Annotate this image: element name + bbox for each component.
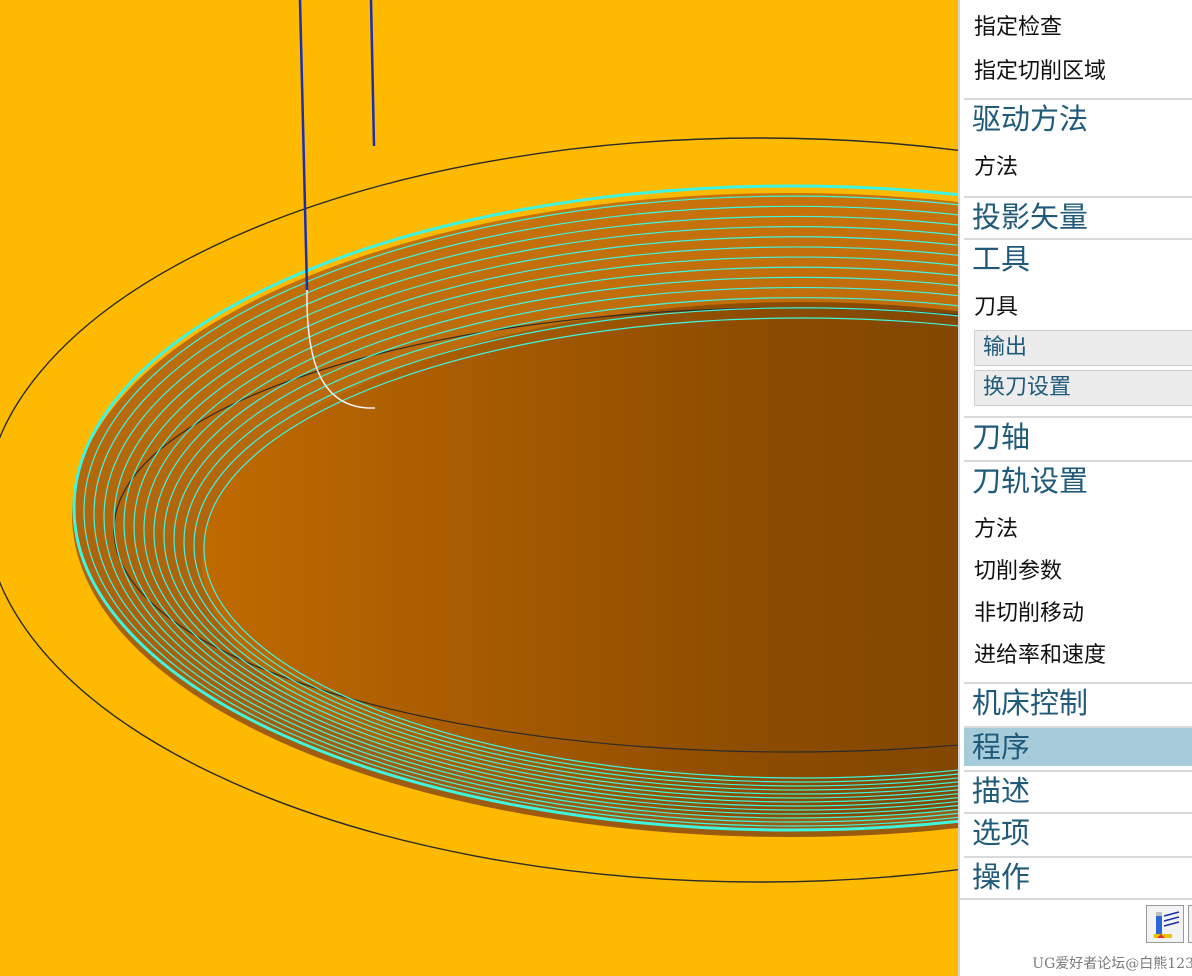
panel-item-13[interactable]: 切削参数 <box>974 550 1192 594</box>
panel-item-15[interactable]: 进给率和速度 <box>974 634 1192 678</box>
panel-item-14[interactable]: 非切削移动 <box>974 592 1192 636</box>
replay-button[interactable] <box>1188 905 1192 943</box>
panel-subgroup-button-9[interactable]: 换刀设置 <box>974 370 1192 406</box>
panel-section-header-18[interactable]: 描述 <box>964 770 1192 810</box>
panel-section-header-10[interactable]: 刀轴 <box>964 416 1192 456</box>
panel-section-header-16[interactable]: 机床控制 <box>964 682 1192 722</box>
panel-item-2[interactable]: 指定切削区域 <box>974 50 1192 94</box>
panel-item-7[interactable]: 刀具 <box>974 286 1192 330</box>
graphics-viewport[interactable] <box>0 0 958 976</box>
panel-item-4[interactable]: 方法 <box>974 146 1192 190</box>
panel-item-12[interactable]: 方法 <box>974 508 1192 552</box>
panel-subgroup-button-8[interactable]: 输出 <box>974 330 1192 366</box>
panel-item-1[interactable]: 指定检查 <box>974 6 1192 50</box>
panel-section-header-11[interactable]: 刀轨设置 <box>964 460 1192 500</box>
panel-section-header-3[interactable]: 驱动方法 <box>964 98 1192 138</box>
panel-section-header-19[interactable]: 选项 <box>964 812 1192 852</box>
panel-section-header-17[interactable]: 程序 <box>964 726 1192 766</box>
panel-section-header-6[interactable]: 工具 <box>964 238 1192 278</box>
operation-navigator-panel: 指定检查 指定切削区域 驱动方法 方法 投影矢量 工具 刀具 输出 换刀设置 刀轴 刀轨设置 方法 切削… <box>958 0 1192 976</box>
panel-section-header-5[interactable]: 投影矢量 <box>964 196 1192 236</box>
panel-section-header-20[interactable]: 操作 <box>964 856 1192 896</box>
generate-button[interactable] <box>1146 905 1184 943</box>
generate-toolpath-icon <box>1154 911 1180 938</box>
cad-3d-view[interactable] <box>0 0 958 976</box>
watermark: UG爱好者论坛@白熊123 <box>1032 956 1192 972</box>
